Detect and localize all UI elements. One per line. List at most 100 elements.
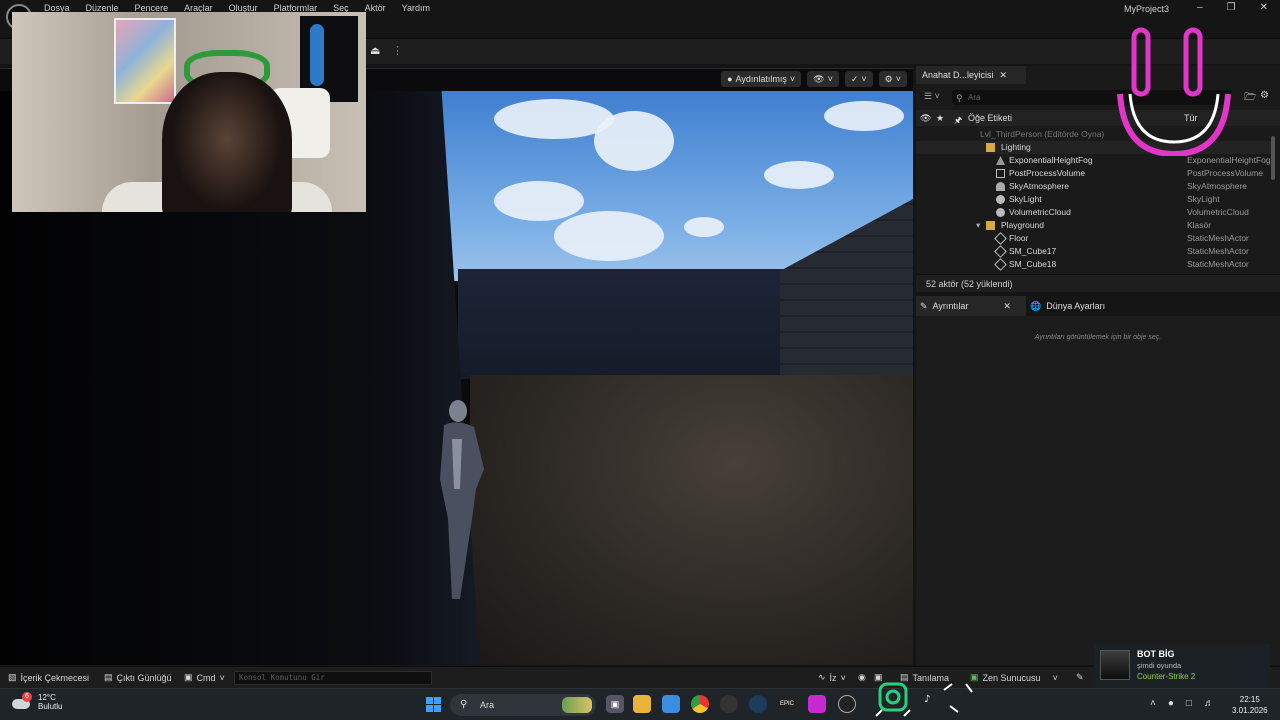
column-label-header[interactable]: Öğe Etiketi [968, 113, 1012, 123]
console-input[interactable]: Konsol Komutunu Gir [234, 671, 432, 685]
viewport-toolbar: ● Aydınlatılmış ˅ 👁 ˅ ✓ ˅ ⚙ ˅ [721, 71, 907, 87]
store-icon[interactable] [662, 695, 680, 713]
chevron-up-icon[interactable]: ˄ [1150, 698, 1156, 709]
weather-badge: 6 [22, 692, 32, 702]
unreal-engine-icon[interactable] [838, 695, 856, 713]
mesh-icon [994, 258, 1007, 271]
chevron-down-icon: ˅ [895, 74, 901, 84]
outliner-row-skylight[interactable]: SkyLight SkyLight [916, 193, 1272, 206]
tab-details[interactable]: ✎ Ayrıntılar ✕ [916, 296, 1026, 316]
details-panel: ✎ Ayrıntılar ✕ 🌐 Dünya Ayarları Ayrıntıl… [916, 296, 1280, 665]
steam-icon[interactable] [749, 695, 767, 713]
chevron-down-icon: ˅ [219, 672, 225, 683]
minimize-button[interactable]: – [1197, 2, 1203, 13]
tab-world-settings[interactable]: 🌐 Dünya Ayarları [1026, 296, 1105, 316]
wall-painting [114, 18, 176, 104]
start-button[interactable] [426, 697, 441, 712]
outliner-row-playground[interactable]: ▾ Playground Klasör [916, 219, 1272, 232]
outliner-row-skyatmosphere[interactable]: SkyAtmosphere SkyAtmosphere [916, 180, 1272, 193]
outliner-tab-label: Anahat D...leyicisi [922, 70, 994, 80]
twitch-icon[interactable] [808, 695, 826, 713]
outliner-scrollbar[interactable] [1271, 136, 1275, 180]
pencil-icon: ✎ [920, 300, 928, 311]
outliner-row-smcube18[interactable]: SM_Cube18 StaticMeshActor [916, 258, 1272, 271]
output-log-label: Çıktı Günlüğü [116, 672, 172, 683]
viewport-far-wall [458, 269, 788, 379]
webcam-overlay [12, 12, 366, 212]
outliner-row-volumetriccloud[interactable]: VolumetricCloud VolumetricCloud [916, 206, 1272, 219]
steam-notification[interactable]: BOT BİG şimdi oyunda Counter-Strike 2 [1094, 644, 1270, 688]
pin-icon[interactable]: 🖈 [954, 113, 962, 129]
menu-item-actor[interactable]: Aktör [365, 3, 386, 13]
content-drawer-button[interactable]: ▧ İçerik Çekmecesi [8, 672, 89, 683]
speaker-icon[interactable]: ♬ [1204, 698, 1214, 709]
tab-outliner[interactable]: Anahat D...leyicisi ✕ [916, 66, 1026, 84]
viewport-settings-button[interactable]: ⚙ ˅ [878, 71, 907, 87]
display-icon[interactable]: □ [1186, 698, 1192, 709]
outliner-row-postprocess[interactable]: PostProcessVolume PostProcessVolume [916, 167, 1272, 180]
task-view-icon[interactable]: ▣ [606, 695, 624, 713]
outliner-row-smcube17[interactable]: SM_Cube17 StaticMeshActor [916, 245, 1272, 258]
folder-icon [986, 143, 995, 152]
settings-icon[interactable]: ⚙ [1260, 90, 1269, 101]
skylight-icon [996, 195, 1005, 204]
visibility-icon[interactable]: 👁 [920, 113, 931, 124]
editor-status-bar: ▧ İçerik Çekmecesi ▤ Çıktı Günlüğü ▣ Cmd… [0, 666, 1280, 688]
close-icon[interactable]: ✕ [1003, 301, 1011, 312]
window-controls: – ❐ ✕ [1197, 2, 1268, 13]
close-icon[interactable]: ✕ [1000, 70, 1008, 81]
taskbar-search-label: Ara [480, 700, 495, 710]
chevron-down-icon: ˅ [840, 672, 846, 683]
taskbar-clock[interactable]: 22:15 3.01.2026 [1232, 694, 1268, 716]
taskbar-search[interactable]: ⚲ Ara [450, 694, 596, 716]
source-control-icon[interactable]: ✎ [1076, 672, 1084, 683]
svg-text:♪: ♪ [924, 694, 930, 705]
smiley-overlay [1117, 27, 1231, 156]
streamer-face [162, 72, 292, 212]
social-sticker-overlay: ♪ [875, 682, 973, 717]
outliner-row-floor[interactable]: Floor StaticMeshActor [916, 232, 1272, 245]
cmd-dropdown[interactable]: ▣ Cmd ˅ [184, 672, 225, 683]
steam-friend-name: BOT BİG [1137, 649, 1175, 659]
log-icon: ▤ [104, 672, 113, 682]
fog-icon [996, 156, 1005, 165]
star-icon[interactable]: ★ [936, 113, 944, 124]
eye-icon: 👁 [813, 73, 825, 84]
more-options-icon[interactable]: ⋮ [392, 44, 403, 57]
search-icon: ⚲ [460, 699, 468, 710]
epic-games-icon[interactable]: EPIC [778, 695, 796, 713]
eject-icon[interactable]: ⏏ [370, 44, 380, 57]
clock-time: 22:15 [1239, 695, 1260, 704]
zen-server-label: Zen Sunucusu [982, 672, 1041, 683]
unreal-editor-window: Dosya Düzenle Pencere Araçlar Oluştur Pl… [0, 0, 1280, 720]
weather-widget[interactable]: 6 12°C Bulutlu [10, 692, 63, 711]
postprocess-icon [996, 169, 1005, 178]
weather-condition: Bulutlu [38, 702, 63, 711]
record-icon[interactable]: ◉ [858, 672, 866, 683]
chevron-down-icon[interactable]: ▾ [976, 219, 980, 232]
search-placeholder: Ara [968, 93, 981, 102]
weather-temp: 12°C [38, 693, 56, 702]
steam-friend-status: şimdi oyunda [1137, 661, 1182, 670]
snap-settings-button[interactable]: ✓ ˅ [844, 71, 873, 87]
menu-item-help[interactable]: Yardım [402, 3, 430, 13]
chrome-icon[interactable] [691, 695, 709, 713]
tab-world-settings-label: Dünya Ayarları [1046, 301, 1106, 311]
add-folder-icon[interactable]: 🗁 [1244, 90, 1256, 107]
details-empty-message: Ayrıntıları görüntülemek için bir obje s… [1034, 334, 1162, 341]
output-log-button[interactable]: ▤ Çıktı Günlüğü [104, 672, 172, 683]
avatar [1100, 650, 1130, 680]
restore-button[interactable]: ❐ [1227, 2, 1236, 13]
player-character [440, 400, 484, 599]
view-mode-dropdown[interactable]: ● Aydınlatılmış ˅ [721, 71, 802, 87]
pencil-icon: ✓ [850, 73, 859, 84]
microphone-icon[interactable]: ● [1168, 698, 1174, 709]
trace-dropdown[interactable]: ∿ İz ˅ [818, 672, 846, 683]
file-explorer-icon[interactable] [633, 695, 651, 713]
mesh-icon [994, 232, 1007, 245]
gear-icon: ⚙ [884, 73, 893, 84]
system-tray: ˄ ● □ ♬ [1150, 698, 1214, 709]
obs-icon[interactable] [720, 695, 738, 713]
close-button[interactable]: ✕ [1260, 2, 1268, 13]
show-flags-button[interactable]: 👁 ˅ [807, 71, 839, 87]
